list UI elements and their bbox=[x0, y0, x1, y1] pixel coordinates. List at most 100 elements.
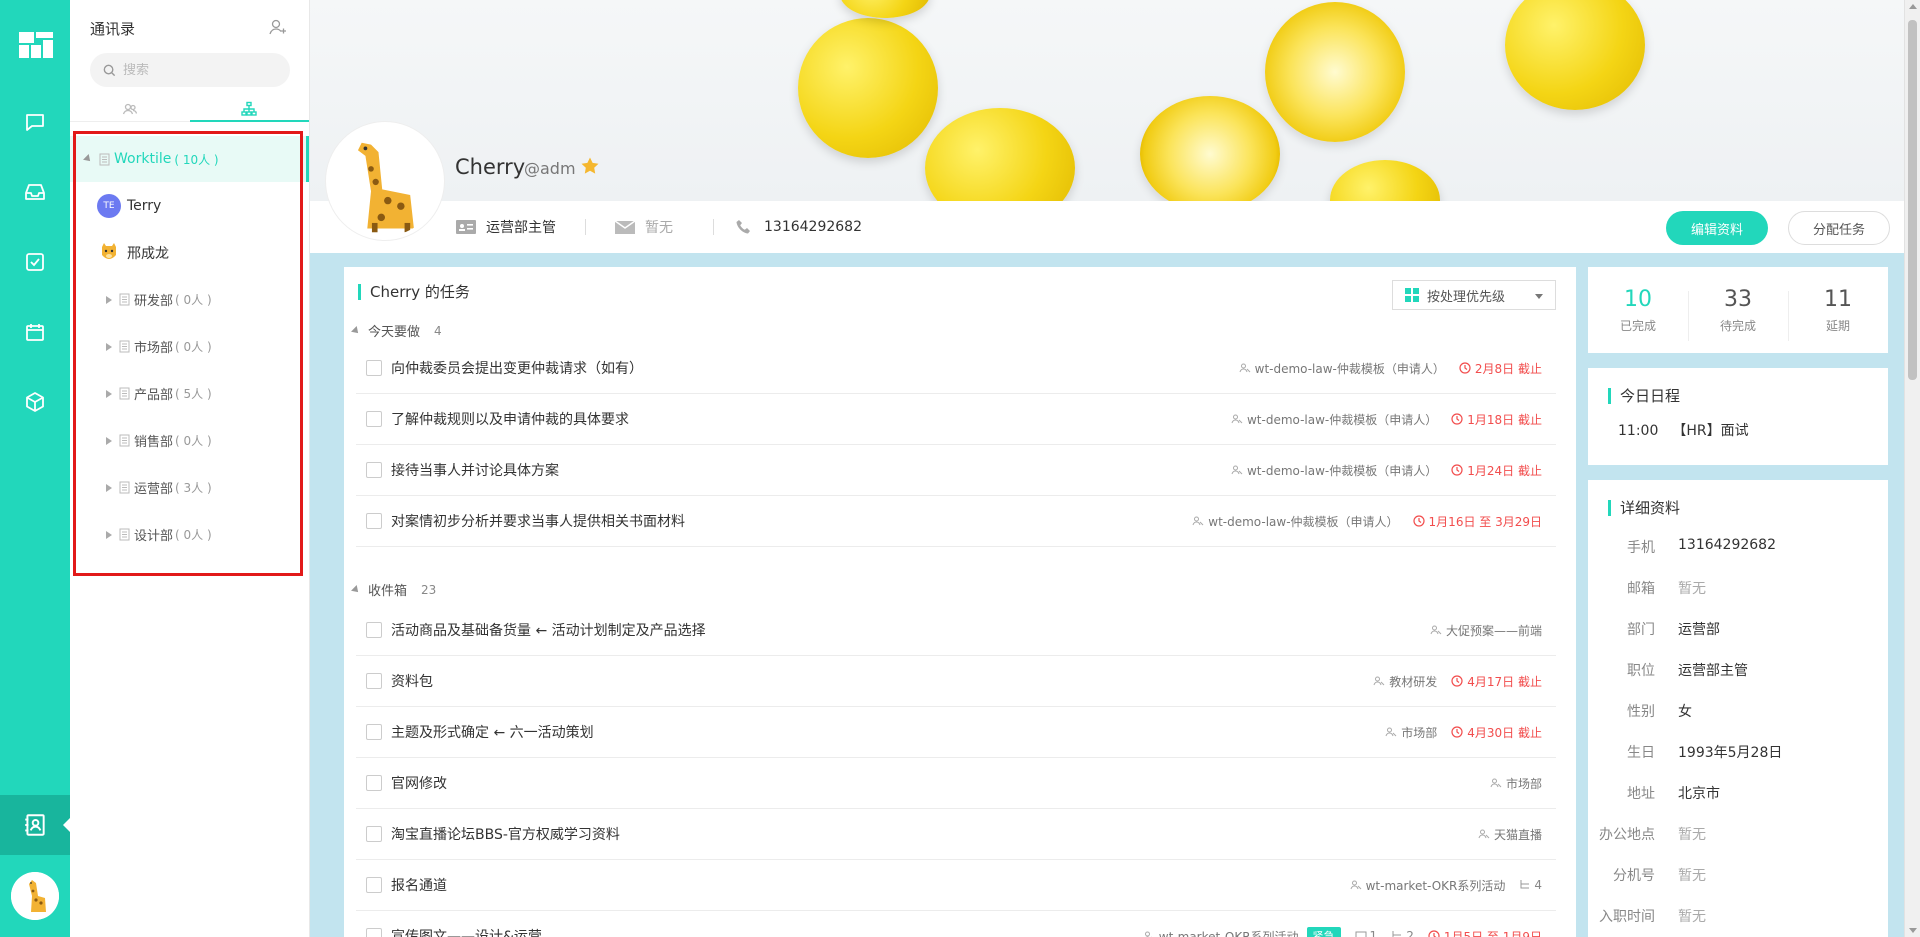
cube-icon[interactable] bbox=[21, 388, 49, 416]
task-checkbox[interactable] bbox=[366, 622, 382, 638]
stat-pending[interactable]: 33 待完成 bbox=[1688, 287, 1788, 341]
scroll-up-icon[interactable] bbox=[1909, 4, 1917, 9]
scroll-down-icon[interactable] bbox=[1909, 928, 1917, 933]
task-title[interactable]: 主题及形式确定 ← 六一活动策划 bbox=[391, 722, 1385, 742]
contacts-icon[interactable] bbox=[0, 795, 71, 855]
task-checkbox[interactable] bbox=[366, 928, 382, 937]
task-checkbox[interactable] bbox=[366, 826, 382, 842]
task-meta: wt-market-OKR系列活动 紧急 1 2 1月5日 至 1月9日 bbox=[1143, 927, 1542, 937]
task-checkbox[interactable] bbox=[366, 775, 382, 791]
task-row[interactable]: 宣传图文——设计&运营 wt-market-OKR系列活动 紧急 1 2 1月5… bbox=[356, 911, 1556, 937]
task-title[interactable]: 宣传图文——设计&运营 bbox=[391, 926, 1143, 937]
task-row[interactable]: 淘宝直播论坛BBS-官方权威学习资料 天猫直播 bbox=[356, 809, 1556, 860]
task-row[interactable]: 官网修改 市场部 bbox=[356, 758, 1556, 809]
collapse-arrow-icon[interactable] bbox=[351, 325, 361, 336]
member-name: 邢成龙 bbox=[127, 245, 169, 262]
section-inbox[interactable]: 收件箱 23 bbox=[351, 580, 436, 599]
tree-node-worktile[interactable]: Worktile ( 10人 ) bbox=[70, 136, 309, 182]
task-row[interactable]: 活动商品及基础备货量 ← 活动计划制定及产品选择 大促预案——前端 bbox=[356, 605, 1556, 656]
expand-arrow-icon[interactable] bbox=[106, 342, 112, 351]
task-project[interactable]: 市场部 bbox=[1401, 724, 1437, 741]
task-meta: 天猫直播 bbox=[1478, 826, 1542, 843]
task-checkbox[interactable] bbox=[366, 513, 382, 529]
detail-row-gender: 性别 女 bbox=[1588, 701, 1888, 721]
task-row[interactable]: 对案情初步分析并要求当事人提供相关书面材料 wt-demo-law-仲裁模板（申… bbox=[356, 496, 1556, 547]
profile-avatar[interactable] bbox=[326, 122, 444, 240]
logo-icon[interactable] bbox=[19, 32, 53, 58]
task-project[interactable]: wt-demo-law-仲裁模板（申请人） bbox=[1255, 360, 1445, 377]
task-checkbox[interactable] bbox=[366, 724, 382, 740]
expand-arrow-icon[interactable] bbox=[106, 530, 112, 539]
task-row[interactable]: 主题及形式确定 ← 六一活动策划 市场部 4月30日 截止 bbox=[356, 707, 1556, 758]
sort-dropdown[interactable]: 按处理优先级 bbox=[1392, 280, 1556, 310]
tree-dept-product[interactable]: 产品部 ( 5人 ) bbox=[70, 370, 309, 417]
task-project[interactable]: wt-market-OKR系列活动 bbox=[1366, 877, 1506, 894]
task-title[interactable]: 官网修改 bbox=[391, 773, 1490, 793]
chat-icon[interactable] bbox=[21, 108, 49, 136]
expand-arrow-icon[interactable] bbox=[106, 389, 112, 398]
user-avatar[interactable] bbox=[11, 872, 59, 920]
task-project[interactable]: wt-market-OKR系列活动 bbox=[1159, 928, 1299, 937]
stat-completed[interactable]: 10 已完成 bbox=[1588, 287, 1688, 334]
task-checkbox[interactable] bbox=[366, 360, 382, 376]
task-row[interactable]: 向仲裁委员会提出变更仲裁请求（如有） wt-demo-law-仲裁模板（申请人）… bbox=[356, 343, 1556, 394]
lemon-decoration bbox=[798, 18, 938, 158]
task-checkbox[interactable] bbox=[366, 462, 382, 478]
task-row[interactable]: 报名通道 wt-market-OKR系列活动 4 bbox=[356, 860, 1556, 911]
task-row[interactable]: 了解仲裁规则以及申请仲裁的具体要求 wt-demo-law-仲裁模板（申请人） … bbox=[356, 394, 1556, 445]
task-title[interactable]: 对案情初步分析并要求当事人提供相关书面材料 bbox=[391, 511, 1192, 531]
task-row[interactable]: 资料包 教材研发 4月17日 截止 bbox=[356, 656, 1556, 707]
tree-dept-sales[interactable]: 销售部 ( 0人 ) bbox=[70, 417, 309, 464]
task-project[interactable]: 教材研发 bbox=[1389, 673, 1437, 690]
task-title[interactable]: 向仲裁委员会提出变更仲裁请求（如有） bbox=[391, 358, 1239, 378]
tree-dept-design[interactable]: 设计部 ( 0人 ) bbox=[70, 511, 309, 558]
dept-count: ( 0人 ) bbox=[175, 340, 212, 354]
edit-profile-button[interactable]: 编辑资料 bbox=[1666, 211, 1768, 245]
task-title[interactable]: 报名通道 bbox=[391, 875, 1350, 895]
task-project[interactable]: 市场部 bbox=[1506, 775, 1542, 792]
search-input[interactable] bbox=[123, 62, 273, 78]
tree-member-xingchenglong[interactable]: 邢成龙 bbox=[70, 229, 309, 276]
task-title[interactable]: 资料包 bbox=[391, 671, 1373, 691]
task-project[interactable]: wt-demo-law-仲裁模板（申请人） bbox=[1208, 513, 1398, 530]
scroll-thumb[interactable] bbox=[1908, 20, 1917, 380]
task-checkbox[interactable] bbox=[366, 673, 382, 689]
inbox-icon[interactable] bbox=[21, 178, 49, 206]
schedule-item[interactable]: 11:00 【HR】面试 bbox=[1618, 420, 1763, 440]
tree-dept-operations[interactable]: 运营部 ( 3人 ) bbox=[70, 464, 309, 511]
task-due: 4月17日 截止 bbox=[1451, 673, 1542, 690]
task-title[interactable]: 接待当事人并讨论具体方案 bbox=[391, 460, 1231, 480]
task-project[interactable]: 天猫直播 bbox=[1494, 826, 1542, 843]
star-icon[interactable] bbox=[580, 156, 600, 176]
add-contact-icon[interactable] bbox=[267, 17, 287, 37]
task-project[interactable]: wt-demo-law-仲裁模板（申请人） bbox=[1247, 462, 1437, 479]
assign-task-button[interactable]: 分配任务 bbox=[1788, 211, 1890, 245]
clock-icon bbox=[1451, 675, 1463, 687]
tab-members[interactable] bbox=[70, 96, 190, 121]
task-title[interactable]: 了解仲裁规则以及申请仲裁的具体要求 bbox=[391, 409, 1231, 429]
expand-arrow-icon[interactable] bbox=[106, 295, 112, 304]
task-title[interactable]: 淘宝直播论坛BBS-官方权威学习资料 bbox=[391, 824, 1478, 844]
tree-member-terry[interactable]: TE Terry bbox=[70, 182, 309, 229]
expand-arrow-icon[interactable] bbox=[83, 154, 93, 164]
page-scrollbar[interactable] bbox=[1904, 0, 1920, 937]
collapse-arrow-icon[interactable] bbox=[351, 584, 361, 595]
task-row[interactable]: 接待当事人并讨论具体方案 wt-demo-law-仲裁模板（申请人） 1月24日… bbox=[356, 445, 1556, 496]
expand-arrow-icon[interactable] bbox=[106, 483, 112, 492]
task-project[interactable]: wt-demo-law-仲裁模板（申请人） bbox=[1247, 411, 1437, 428]
tab-org-structure[interactable] bbox=[189, 96, 310, 122]
tree-dept-rd[interactable]: 研发部 ( 0人 ) bbox=[70, 276, 309, 323]
expand-arrow-icon[interactable] bbox=[106, 436, 112, 445]
tree-dept-marketing[interactable]: 市场部 ( 0人 ) bbox=[70, 323, 309, 370]
section-today[interactable]: 今天要做 4 bbox=[351, 321, 442, 340]
calendar-icon[interactable] bbox=[21, 318, 49, 346]
task-checkbox[interactable] bbox=[366, 877, 382, 893]
task-title[interactable]: 活动商品及基础备货量 ← 活动计划制定及产品选择 bbox=[391, 620, 1430, 640]
task-project[interactable]: 大促预案——前端 bbox=[1446, 622, 1542, 639]
contacts-search[interactable] bbox=[90, 53, 290, 87]
grid-icon bbox=[1405, 288, 1419, 302]
task-checkbox[interactable] bbox=[366, 411, 382, 427]
stat-overdue[interactable]: 11 延期 bbox=[1788, 287, 1888, 341]
dept-name: 市场部 bbox=[134, 341, 174, 356]
task-check-icon[interactable] bbox=[21, 248, 49, 276]
